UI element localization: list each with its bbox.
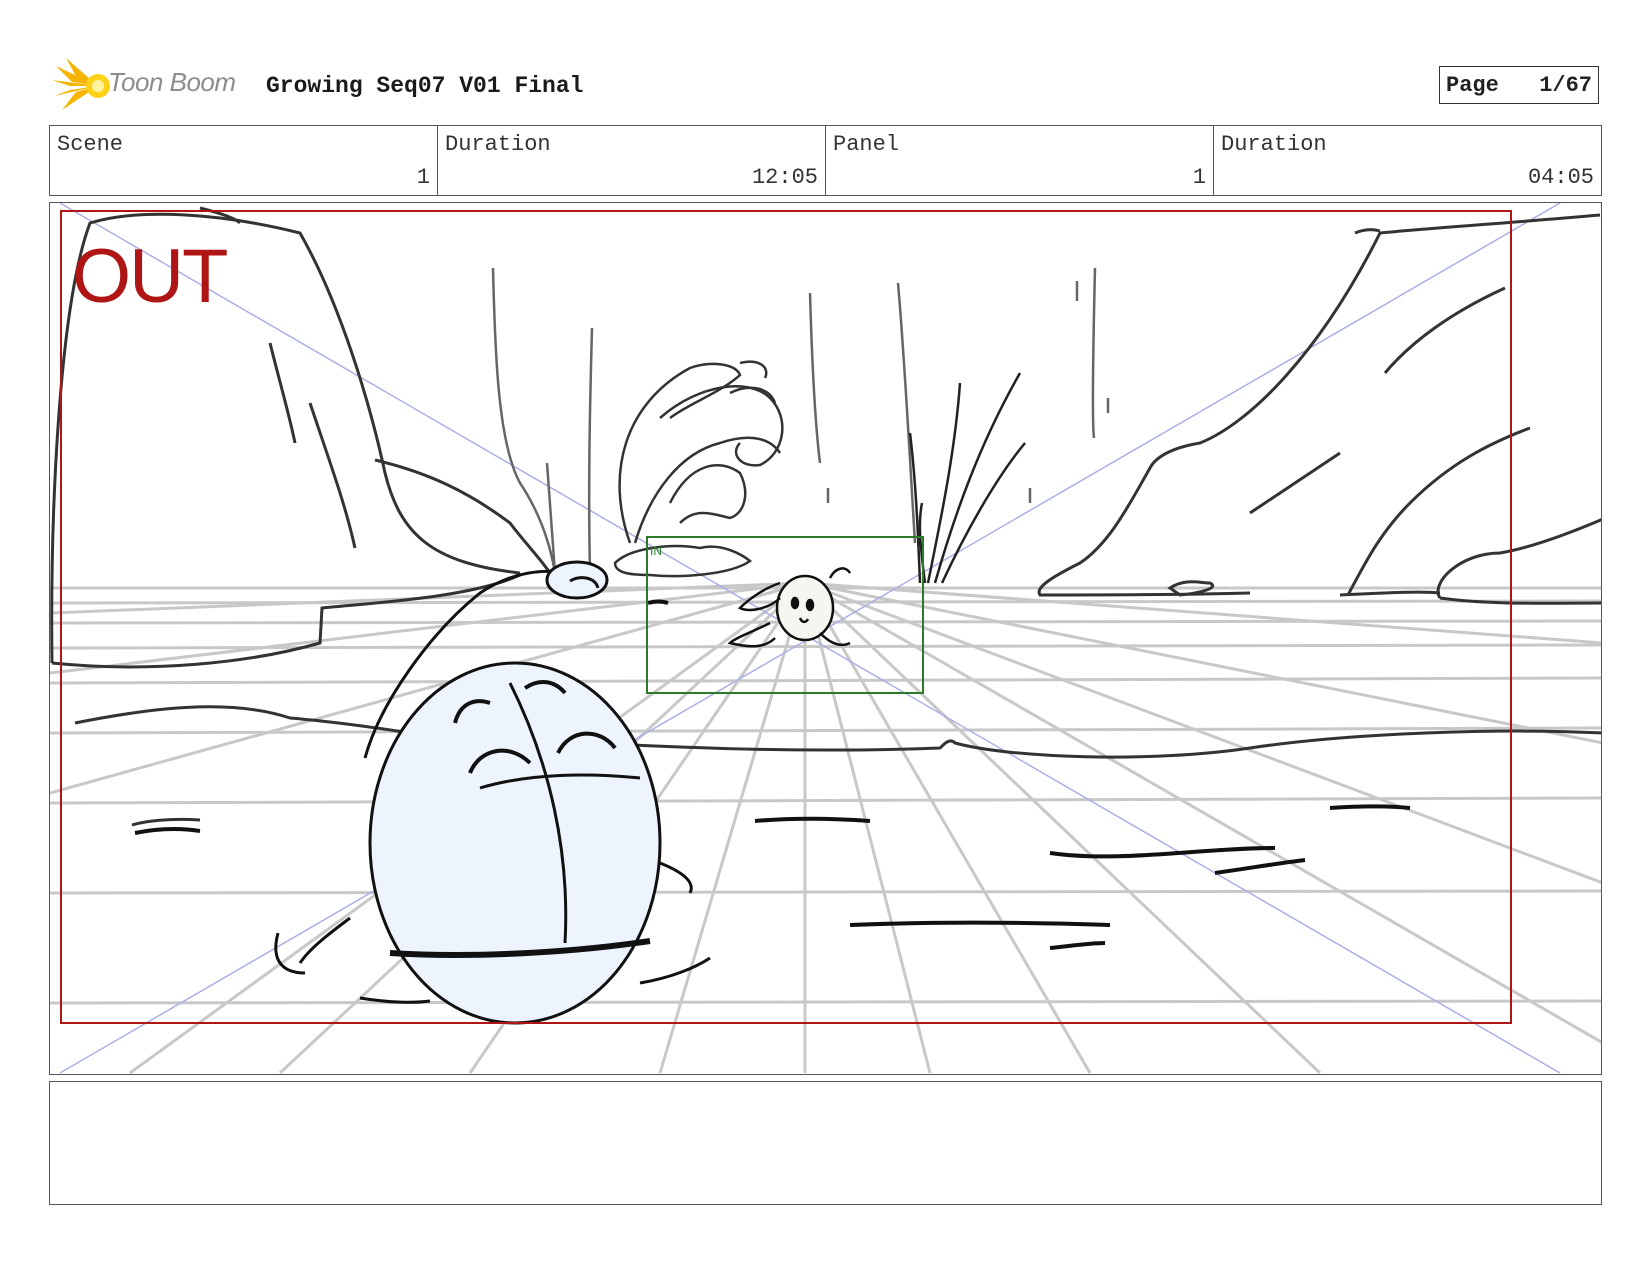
- in-camera-label: IN: [650, 544, 662, 558]
- panel-duration-value: 04:05: [1527, 165, 1594, 190]
- scene-value: 1: [416, 165, 430, 190]
- background-trunks: [491, 267, 1110, 574]
- page-label: Page: [1446, 72, 1499, 98]
- toon-boom-logo: Toon Boom: [52, 58, 252, 114]
- panel-duration-cell: Duration 04:05: [1214, 126, 1601, 195]
- panel-value: 1: [1192, 165, 1206, 190]
- out-camera-label: OUT: [72, 234, 228, 319]
- page-number: 1/67: [1539, 72, 1592, 98]
- panel-label: Panel: [833, 132, 900, 157]
- page-indicator: Page 1/67: [1439, 66, 1599, 104]
- panel-notes-box: [49, 1081, 1602, 1205]
- storyboard-panel-image: IN: [49, 202, 1602, 1075]
- scene-cell: Scene 1: [50, 126, 438, 195]
- panel-cell: Panel 1: [826, 126, 1214, 195]
- grass-tuft: [908, 372, 1026, 584]
- starburst-icon: [52, 58, 110, 110]
- scene-label: Scene: [57, 132, 124, 157]
- panel-drawing: IN: [50, 203, 1601, 1074]
- ground-grid: [50, 581, 1601, 1074]
- scene-duration-value: 12:05: [751, 165, 818, 190]
- panel-info-row: Scene 1 Duration 12:05 Panel 1 Duration …: [49, 125, 1602, 196]
- leafy-plant: [613, 360, 784, 578]
- logo-text: Toon Boom: [108, 67, 236, 97]
- panel-duration-label: Duration: [1221, 132, 1327, 157]
- egg-character: [274, 661, 711, 1025]
- scene-duration-label: Duration: [445, 132, 551, 157]
- document-title: Growing Seq07 V01 Final: [266, 73, 584, 99]
- water-strokes: [134, 804, 1411, 950]
- scene-duration-cell: Duration 12:05: [438, 126, 826, 195]
